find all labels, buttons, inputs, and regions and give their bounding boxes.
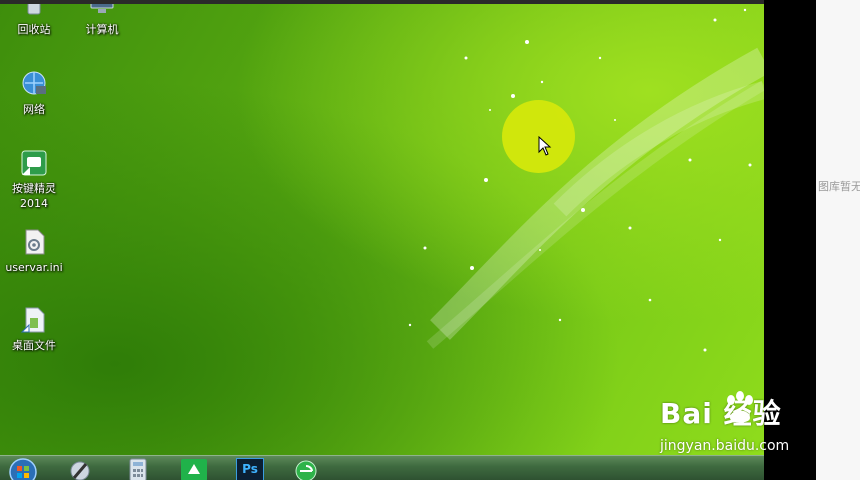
taskbar: Ps: [0, 455, 764, 480]
media-player-icon[interactable]: [66, 458, 94, 480]
screen: 回收站 计算机 网络 按键精灵 2014 uservar.ini 桌面文件 Ps…: [0, 0, 860, 480]
side-panel: 图库暂无: [816, 0, 860, 480]
baidu-paw-icon: [727, 391, 753, 423]
anjian-jingling-icon: [21, 150, 47, 176]
desktop-icon-recycle-bin[interactable]: 回收站: [0, 0, 68, 37]
network-icon: [22, 71, 46, 95]
desktop-icon-label-line2: 2014: [20, 197, 48, 210]
desktop-icon-network[interactable]: 网络: [0, 70, 68, 117]
desktop-icon-label: 桌面文件: [12, 339, 56, 352]
desktop-icon-label: 网络: [23, 103, 45, 116]
folder-shortcut-icon: [20, 307, 45, 333]
desktop-icon-uservar-ini[interactable]: uservar.ini: [0, 228, 68, 275]
desktop-icon-desktop-files[interactable]: 桌面文件: [0, 306, 68, 353]
calculator-icon[interactable]: [124, 458, 152, 480]
browser-icon[interactable]: [292, 458, 320, 480]
desktop-icon-anjian-jingling[interactable]: 按键精灵 2014: [0, 149, 68, 211]
desktop-icon-label: 回收站: [17, 23, 51, 36]
baidu-jingyan-watermark: Bai 经验 jingyan.baidu.com: [660, 391, 820, 462]
desktop-icon-computer[interactable]: 计算机: [68, 0, 136, 37]
start-orb-icon[interactable]: [6, 458, 40, 480]
desktop[interactable]: 回收站 计算机 网络 按键精灵 2014 uservar.ini 桌面文件: [0, 0, 764, 455]
watermark-brand: Bai 经验: [660, 397, 782, 430]
photoshop-icon[interactable]: Ps: [236, 458, 264, 480]
watermark-url: jingyan.baidu.com: [660, 438, 790, 454]
ini-file-icon: [25, 229, 45, 255]
wallpaper-art: [408, 8, 764, 352]
side-panel-text: 图库暂无: [818, 180, 860, 193]
desktop-icon-label: 按键精灵: [12, 182, 56, 195]
desktop-icon-label: uservar.ini: [5, 261, 63, 274]
green-app-icon[interactable]: [180, 458, 208, 480]
top-border: [0, 0, 816, 4]
mouse-cursor-icon: [538, 136, 552, 156]
desktop-icon-label: 计算机: [85, 23, 119, 36]
